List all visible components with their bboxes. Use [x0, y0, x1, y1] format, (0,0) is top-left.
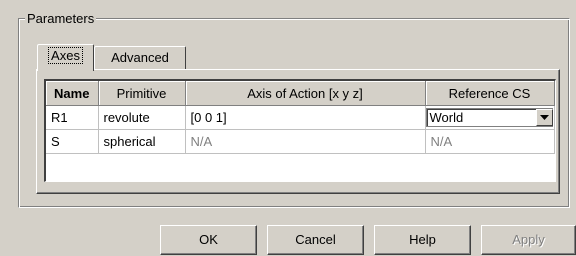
- cell-reference: N/A: [425, 129, 555, 154]
- cell-axis[interactable]: [0 0 1]: [185, 105, 426, 130]
- table-row: S spherical N/A N/A: [46, 129, 555, 154]
- cell-axis: N/A: [185, 129, 426, 154]
- chevron-down-icon: [539, 115, 549, 120]
- tab-advanced-label: Advanced: [111, 50, 169, 65]
- column-header-primitive[interactable]: Primitive: [98, 81, 186, 106]
- column-header-reference[interactable]: Reference CS: [425, 81, 555, 106]
- tab-advanced[interactable]: Advanced: [94, 46, 186, 70]
- cell-primitive[interactable]: revolute: [98, 105, 186, 130]
- table-header-row: Name Primitive Axis of Action [x y z] Re…: [46, 81, 555, 106]
- cell-name[interactable]: R1: [46, 105, 99, 130]
- column-header-axis[interactable]: Axis of Action [x y z]: [185, 81, 426, 106]
- help-button[interactable]: Help: [374, 225, 471, 255]
- reference-cs-value: World: [429, 110, 464, 125]
- parameters-group-title: Parameters: [25, 11, 97, 27]
- cancel-button[interactable]: Cancel: [267, 225, 364, 255]
- tab-axes[interactable]: Axes: [37, 44, 94, 71]
- table-row: R1 revolute [0 0 1] World: [46, 105, 555, 130]
- dropdown-button[interactable]: [535, 109, 553, 126]
- apply-button: Apply: [481, 225, 576, 255]
- axes-table: Name Primitive Axis of Action [x y z] Re…: [44, 79, 556, 182]
- ok-button[interactable]: OK: [160, 225, 257, 255]
- tab-axes-label: Axes: [48, 47, 83, 64]
- cell-reference[interactable]: World: [425, 105, 555, 130]
- cell-name[interactable]: S: [46, 129, 99, 154]
- column-header-name[interactable]: Name: [46, 81, 99, 106]
- reference-cs-dropdown[interactable]: World: [425, 108, 553, 127]
- cell-primitive[interactable]: spherical: [98, 129, 186, 154]
